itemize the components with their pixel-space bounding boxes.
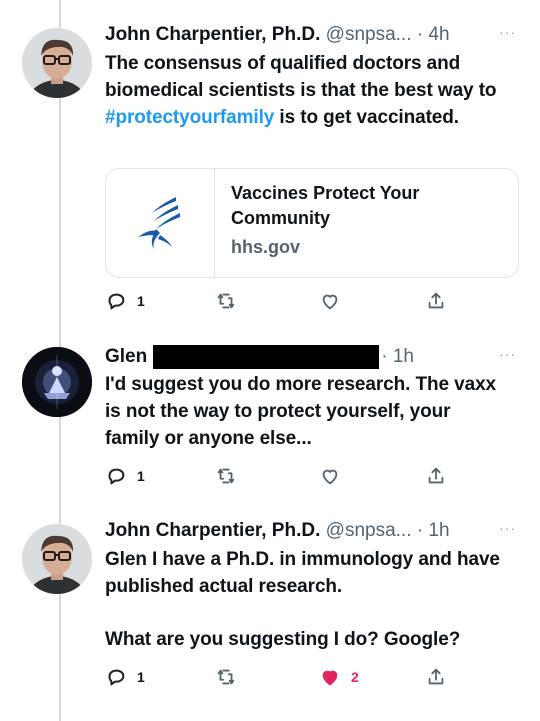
retweet-button[interactable] (215, 287, 237, 315)
hhs-eagle-icon (138, 197, 180, 249)
tweet-actions: 1 (105, 287, 525, 315)
reply-count: 1 (137, 293, 145, 309)
reply-button[interactable]: 1 (105, 287, 145, 315)
redaction-bar (153, 344, 380, 369)
reply-icon (108, 293, 125, 310)
timestamp[interactable]: · 1h (381, 346, 414, 367)
reply-button[interactable]: 1 (105, 462, 145, 490)
retweet-icon (217, 293, 235, 309)
display-name[interactable]: John Charpentier, Ph.D. (105, 24, 320, 45)
avatar[interactable] (22, 28, 92, 98)
tweet-text-line2: What are you suggesting I do? Google? (105, 629, 461, 650)
handle[interactable]: @snpsa... (326, 24, 412, 45)
like-button[interactable] (319, 287, 341, 315)
more-icon[interactable]: ··· (499, 20, 516, 44)
link-card[interactable]: Vaccines Protect Your Community hhs.gov (105, 168, 519, 278)
card-domain: hhs.gov (231, 237, 301, 257)
share-button[interactable] (425, 462, 447, 490)
card-image (106, 169, 215, 277)
like-button[interactable] (319, 462, 341, 490)
tweet-1[interactable]: John Charpentier, Ph.D. @snpsa... · 4h ·… (0, 20, 540, 320)
handle[interactable]: @snpsa... (326, 520, 412, 541)
tweet-3[interactable]: John Charpentier, Ph.D. @snpsa... · 1h ·… (0, 516, 540, 716)
like-icon (322, 294, 338, 310)
more-icon[interactable]: ··· (499, 516, 516, 540)
more-icon[interactable]: ··· (499, 342, 516, 366)
reply-count: 1 (137, 669, 145, 685)
tweet-actions: 1 2 (105, 663, 525, 691)
display-name[interactable]: Glen (105, 346, 147, 367)
like-button[interactable]: 2 (319, 663, 359, 691)
display-name[interactable]: John Charpentier, Ph.D. (105, 520, 320, 541)
tweet-header: John Charpentier, Ph.D. @snpsa... · 4h (105, 20, 520, 50)
retweet-button[interactable] (215, 462, 237, 490)
reply-button[interactable]: 1 (105, 663, 145, 691)
tweet-actions: 1 (105, 462, 525, 490)
like-icon (322, 670, 338, 686)
share-icon (428, 292, 444, 309)
share-button[interactable] (425, 287, 447, 315)
reply-count: 1 (137, 468, 145, 484)
card-title: Vaccines Protect Your Community (231, 183, 420, 228)
like-icon (322, 469, 338, 485)
avatar[interactable] (22, 347, 92, 417)
tweet-text-line1: Glen I have a Ph.D. in immunology and ha… (105, 549, 500, 597)
retweet-button[interactable] (215, 663, 237, 691)
share-icon (428, 668, 444, 685)
timestamp[interactable]: · 4h (417, 24, 450, 45)
retweet-icon (217, 468, 235, 484)
timestamp[interactable]: · 1h (417, 520, 450, 541)
reply-icon (108, 669, 125, 686)
avatar[interactable] (22, 524, 92, 594)
hashtag-link[interactable]: #protectyourfamily (105, 107, 274, 128)
tweet-2[interactable]: Glen · 1h ··· I'd suggest you do more res… (0, 342, 540, 502)
share-button[interactable] (425, 663, 447, 691)
tweet-header: Glen · 1h (105, 342, 520, 372)
retweet-icon (217, 669, 235, 685)
like-count: 2 (351, 669, 359, 685)
reply-icon (108, 468, 125, 485)
tweet-header: John Charpentier, Ph.D. @snpsa... · 1h (105, 516, 520, 546)
share-icon (428, 467, 444, 484)
tweet-text: The consensus of qualified doctors and b… (105, 53, 497, 128)
tweet-text: I'd suggest you do more research. The va… (105, 374, 497, 449)
